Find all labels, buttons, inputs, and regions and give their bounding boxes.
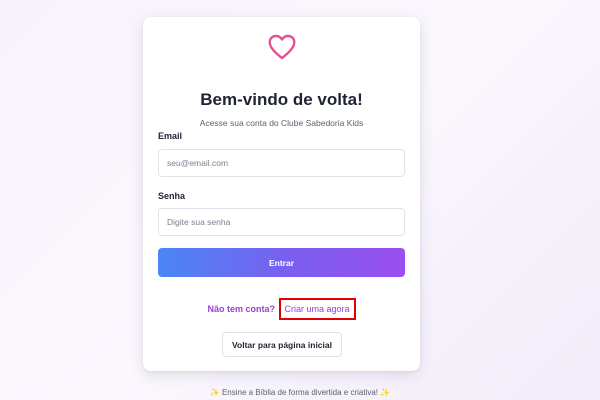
login-button[interactable]: Entrar (158, 248, 405, 277)
email-label: Email (158, 131, 183, 141)
login-card: Bem-vindo de volta! Acesse sua conta do … (143, 17, 420, 371)
signup-prompt: Não tem conta? (207, 304, 275, 314)
heart-icon (268, 34, 296, 60)
signup-row: Não tem conta? Criar uma agora (143, 298, 420, 320)
email-input[interactable] (158, 149, 405, 177)
password-label: Senha (158, 191, 186, 201)
page-title: Bem-vindo de volta! (200, 90, 363, 109)
sparkle-icon: ✨ (380, 388, 391, 397)
page-subtitle: Acesse sua conta do Clube Sabedoria Kids (199, 118, 364, 128)
signup-link[interactable]: Criar uma agora (278, 298, 356, 320)
sparkle-icon: ✨ (209, 388, 220, 397)
tagline-text: Ensine a Bíblia de forma divertida e cri… (221, 388, 379, 397)
back-home-button[interactable]: Voltar para página inicial (222, 332, 342, 357)
password-input[interactable] (158, 208, 405, 236)
footer-tagline: ✨ Ensine a Bíblia de forma divertida e c… (0, 387, 600, 398)
